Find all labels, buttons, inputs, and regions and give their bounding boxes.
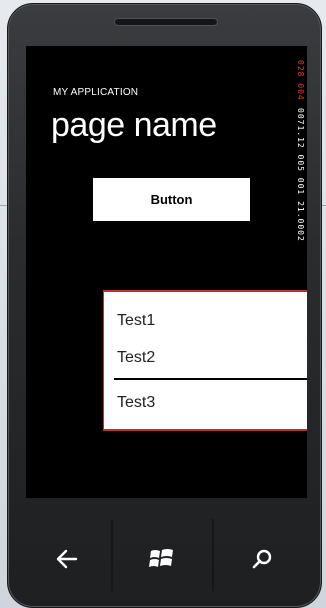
- nav-separator: [212, 519, 214, 591]
- list-divider: [114, 378, 307, 380]
- list-item[interactable]: Test3: [117, 394, 155, 412]
- frame-rate-counters: 028 004 0071.12 005 001 21.0002: [296, 60, 307, 296]
- back-button[interactable]: [53, 545, 81, 573]
- list-item[interactable]: Test1: [117, 312, 155, 330]
- start-button[interactable]: [148, 545, 176, 573]
- windows-logo-icon: [149, 549, 173, 567]
- frame-counter-red: 028 004: [296, 60, 305, 101]
- nav-separator: [111, 519, 113, 591]
- frame-counter-white: 0071.12 005 001 21.0002: [296, 108, 305, 242]
- app-title: MY APPLICATION: [53, 87, 139, 98]
- list-item[interactable]: Test2: [117, 349, 155, 367]
- list-box[interactable]: Test1 Test2 Test3: [103, 290, 307, 431]
- speaker-grille: [114, 18, 218, 26]
- page-title: page name: [51, 106, 217, 144]
- back-arrow-icon: [56, 549, 78, 569]
- hardware-nav-bar: [8, 519, 323, 599]
- search-button[interactable]: [248, 545, 276, 573]
- phone-screen: MY APPLICATION page name Button 028 004 …: [26, 46, 307, 498]
- phone-emulator: MY APPLICATION page name Button 028 004 …: [7, 3, 322, 608]
- search-icon: [252, 549, 272, 569]
- main-button[interactable]: Button: [93, 178, 250, 221]
